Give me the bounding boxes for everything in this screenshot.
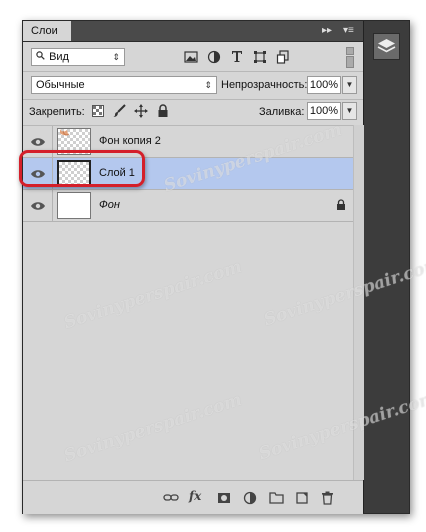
filter-toggle[interactable]: [344, 47, 354, 68]
fill-label: Заливка:: [259, 106, 305, 118]
filter-kind-label: Вид: [49, 51, 69, 63]
right-dock: [364, 21, 409, 513]
layers-panel-button[interactable]: [373, 33, 400, 60]
layer-thumbnail: [57, 192, 91, 219]
opacity-input[interactable]: 100%: [307, 76, 341, 94]
panel-menu-icon[interactable]: ▾≡: [343, 24, 354, 38]
divider: [52, 190, 53, 221]
lock-position-move-icon[interactable]: [134, 104, 148, 118]
photoshop-layers-window: Слои ▸▸ ▾≡ Вид ⇕ Обычные ⇕ Непрозрачност…: [22, 20, 410, 514]
panel-tab-bar: Слои ▸▸ ▾≡: [23, 21, 363, 42]
search-icon: [36, 49, 46, 65]
visibility-eye-icon[interactable]: [30, 200, 46, 212]
layers-panel: Слои ▸▸ ▾≡ Вид ⇕ Обычные ⇕ Непрозрачност…: [23, 21, 364, 514]
lock-label: Закрепить:: [29, 106, 85, 118]
filter-row: Вид ⇕: [23, 43, 363, 71]
lock-icon[interactable]: [336, 199, 346, 211]
blend-row: Обычные ⇕ Непрозрачность: 100% ▼: [23, 72, 363, 99]
collapse-icon[interactable]: ▸▸: [322, 24, 332, 38]
filter-kind-select[interactable]: Вид ⇕: [31, 48, 125, 66]
fill-input[interactable]: 100%: [307, 102, 341, 120]
selection-highlight: [19, 150, 145, 187]
select-arrows-icon: ⇕: [204, 80, 212, 90]
layers-icon: [377, 39, 396, 53]
add-mask-icon[interactable]: [217, 491, 233, 505]
layer-row-fon[interactable]: Фон: [23, 190, 353, 222]
trash-icon[interactable]: [321, 491, 337, 505]
lock-image-pixels-brush-icon[interactable]: [112, 104, 126, 118]
visibility-eye-icon[interactable]: [30, 136, 46, 148]
fx-icon[interactable]: fx: [189, 489, 205, 503]
adjustment-layer-icon[interactable]: [243, 491, 259, 505]
select-arrows-icon: ⇕: [112, 52, 120, 62]
opacity-label: Непрозрачность:: [221, 79, 308, 91]
image-filter-icon[interactable]: [184, 50, 198, 64]
lock-all-icon[interactable]: [157, 104, 171, 118]
tab-layers[interactable]: Слои: [23, 21, 71, 41]
layer-name: Фон копия 2: [99, 135, 161, 147]
layer-name: Фон: [99, 199, 120, 211]
blend-mode-value: Обычные: [36, 79, 85, 91]
opacity-dropdown-button[interactable]: ▼: [342, 76, 357, 94]
fill-dropdown-button[interactable]: ▼: [342, 102, 357, 120]
layers-bottom-toolbar: fx: [23, 480, 363, 514]
shape-filter-icon[interactable]: [253, 50, 267, 64]
lock-transparent-pixels-icon[interactable]: [92, 105, 106, 119]
blend-mode-select[interactable]: Обычные ⇕: [31, 76, 217, 94]
new-layer-icon[interactable]: [295, 491, 311, 505]
lock-row: Закрепить: Заливка: 100% ▼: [23, 100, 363, 125]
adjustment-filter-icon[interactable]: [207, 50, 221, 64]
link-layers-icon[interactable]: [163, 491, 179, 505]
type-filter-icon[interactable]: [230, 49, 244, 63]
smart-object-filter-icon[interactable]: [276, 50, 290, 64]
layers-scrollbar[interactable]: [353, 125, 364, 480]
group-folder-icon[interactable]: [269, 491, 285, 505]
